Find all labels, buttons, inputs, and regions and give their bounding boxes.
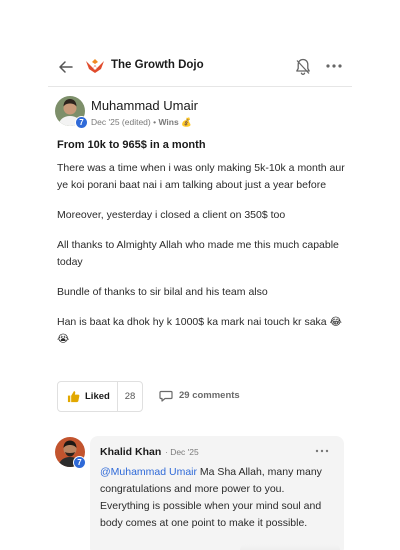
- comment-text: @Muhammad Umair Ma Sha Allah, many many …: [100, 464, 336, 532]
- post-paragraph: Bundle of thanks to sir bilal and his te…: [57, 286, 268, 298]
- group-header: The Growth Dojo: [0, 52, 400, 82]
- comment-more-icon[interactable]: [314, 445, 330, 457]
- like-group: Liked 28: [57, 381, 143, 412]
- post-paragraph: Han is baat ka dhok hy k 1000$ ka mark n…: [57, 316, 342, 345]
- post-title: From 10k to 965$ in a month: [57, 139, 206, 151]
- post-body: There was a time when i was only making …: [57, 160, 347, 361]
- growth-dojo-logo[interactable]: [84, 56, 106, 78]
- bell-icon[interactable]: [294, 57, 312, 77]
- post-meta: Dec '25 (edited) • Wins 💰: [91, 117, 192, 128]
- post-paragraph: Moreover, yesterday i closed a client on…: [57, 209, 286, 221]
- like-button[interactable]: Liked: [58, 382, 118, 411]
- more-horizontal-icon[interactable]: [324, 56, 344, 76]
- comment-reply-box-edge: [240, 544, 340, 550]
- back-arrow-icon[interactable]: [57, 58, 75, 76]
- post-category[interactable]: Wins: [158, 117, 178, 127]
- post-actions: Liked 28 29 comments: [57, 381, 347, 412]
- group-name[interactable]: The Growth Dojo: [111, 59, 204, 71]
- mention-link[interactable]: @Muhammad Umair: [100, 466, 197, 478]
- commenter-name[interactable]: Khalid Khan: [100, 446, 161, 458]
- commenter-level-badge: 7: [73, 456, 86, 469]
- comment-bubble: Khalid Khan · Dec '25 @Muhammad Umair Ma…: [90, 436, 344, 550]
- like-count[interactable]: 28: [118, 382, 142, 411]
- author-name[interactable]: Muhammad Umair: [91, 98, 198, 113]
- comments-label: 29 comments: [179, 390, 240, 401]
- header-divider: [48, 86, 352, 87]
- post-date: Dec '25 (edited): [91, 117, 151, 127]
- comment-date: · Dec '25: [165, 447, 199, 457]
- author-level-badge: 7: [75, 116, 88, 129]
- category-emoji: 💰: [181, 117, 192, 127]
- comments-link[interactable]: 29 comments: [159, 389, 240, 402]
- like-label: Liked: [85, 391, 110, 402]
- post-paragraph: All thanks to Almighty Allah who made me…: [57, 239, 339, 268]
- post-paragraph: There was a time when i was only making …: [57, 162, 345, 191]
- thumbs-up-icon: [67, 391, 80, 403]
- comment-icon: [159, 390, 173, 402]
